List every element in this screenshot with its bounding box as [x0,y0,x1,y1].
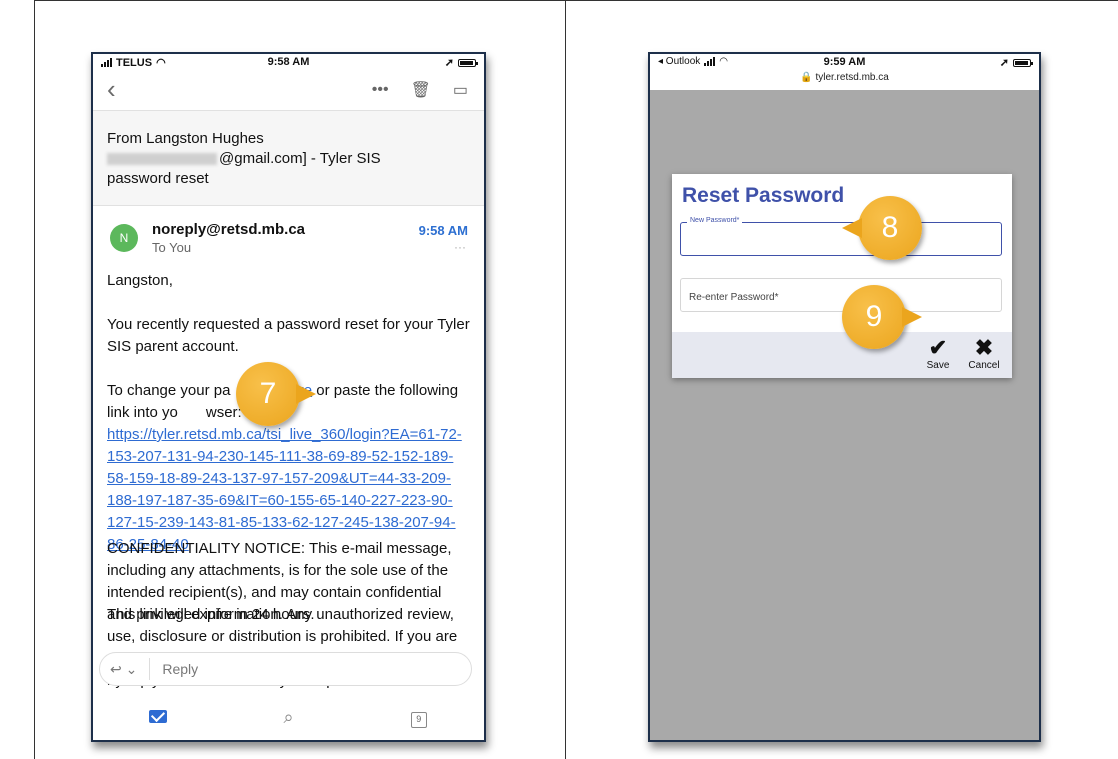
reset-url-link[interactable]: https://tyler.retsd.mb.ca/tsi_live_360/l… [107,426,462,553]
mail-toolbar: ‹ ••• 🗑 ▭ [93,72,484,110]
status-bar: ◂ Outlook ◠ 9:59 AM ➚ [650,54,1039,72]
close-icon: ✖ [974,335,994,360]
subject-line-2: @gmail.com] - Tyler SIS [219,150,381,167]
status-time: 9:58 AM [267,56,310,68]
new-password-label: New Password* [687,217,743,224]
sender-avatar: N [110,224,138,252]
recipient-line: To You [152,240,192,255]
battery-icon [458,58,478,67]
status-bar: TELUS ◠ 9:58 AM ➚ [93,54,484,72]
search-icon[interactable]: ⌕ [273,707,303,728]
url-text: tyler.retsd.mb.ca [815,72,889,83]
phone-reset-page: ◂ Outlook ◠ 9:59 AM ➚ 🔒 tyler.retsd.mb.c… [648,52,1041,742]
lock-icon: 🔒 [800,72,813,83]
back-chevron-icon[interactable]: ‹ [107,74,116,104]
expire-note: This link will expire in 24 hours. [107,606,315,623]
location-icon: ➚ [999,57,1009,69]
sender-row: N noreply@retsd.mb.ca To You 9:58 AM ··· [93,206,484,270]
frame-divider [565,0,566,759]
save-label: Save [926,360,950,371]
location-icon: ➚ [444,57,454,69]
reply-separator [149,658,151,680]
reply-arrow-icon[interactable]: ↩ ⌄ [110,661,137,678]
email-subject: From Langston Hughes @gmail.com] - Tyler… [93,110,484,206]
more-options-icon[interactable]: ••• [372,81,389,99]
redacted-email [107,153,217,166]
checkmark-icon: ✔ [928,335,948,360]
archive-icon[interactable]: ▭ [453,80,468,100]
para2-prefix: To change your pa [107,382,231,399]
url-bar[interactable]: 🔒 tyler.retsd.mb.ca [650,72,1039,90]
tab-mail[interactable] [143,707,173,728]
para2-end: wser: [205,404,242,421]
sender-more-icon[interactable]: ··· [454,240,466,254]
tab-calendar[interactable]: 9 [404,706,434,728]
save-button[interactable]: ✔ Save [918,335,958,372]
reply-label: Reply [162,661,199,677]
reply-bar[interactable]: ↩ ⌄ Reply [99,652,472,686]
status-time: 9:59 AM [823,56,866,68]
cancel-label: Cancel [968,360,1000,371]
battery-icon [1013,58,1033,67]
subject-line-3: password reset [107,170,209,187]
calendar-icon: 9 [410,712,427,728]
step-8-callout: 8 [842,196,922,260]
greeting: Langston, [107,272,173,289]
reenter-password-placeholder: Re-enter Password* [689,292,779,303]
page-backdrop: Reset Password New Password* Re-enter Pa… [650,90,1039,740]
email-body: Langston, You recently requested a passw… [93,270,484,690]
subject-line-1: From Langston Hughes [107,130,264,147]
cancel-button[interactable]: ✖ Cancel [964,335,1004,372]
dialog-title: Reset Password [682,184,845,207]
dialog-actions: ✔ Save ✖ Cancel [672,332,1012,378]
sender-name[interactable]: noreply@retsd.mb.ca [152,221,305,238]
bottom-tab-bar: ⌕ 9 [93,694,484,740]
mail-time: 9:58 AM [418,223,468,238]
step-7-callout: 7 [236,362,316,426]
body-paragraph-1: You recently requested a password reset … [107,316,470,355]
mail-icon [149,709,168,723]
trash-icon[interactable]: 🗑 [411,80,431,100]
reenter-password-input[interactable]: Re-enter Password* [680,278,1002,312]
reset-password-dialog: Reset Password New Password* Re-enter Pa… [672,174,1012,378]
new-password-input[interactable]: New Password* [680,217,1002,256]
step-9-callout: 9 [842,285,922,349]
